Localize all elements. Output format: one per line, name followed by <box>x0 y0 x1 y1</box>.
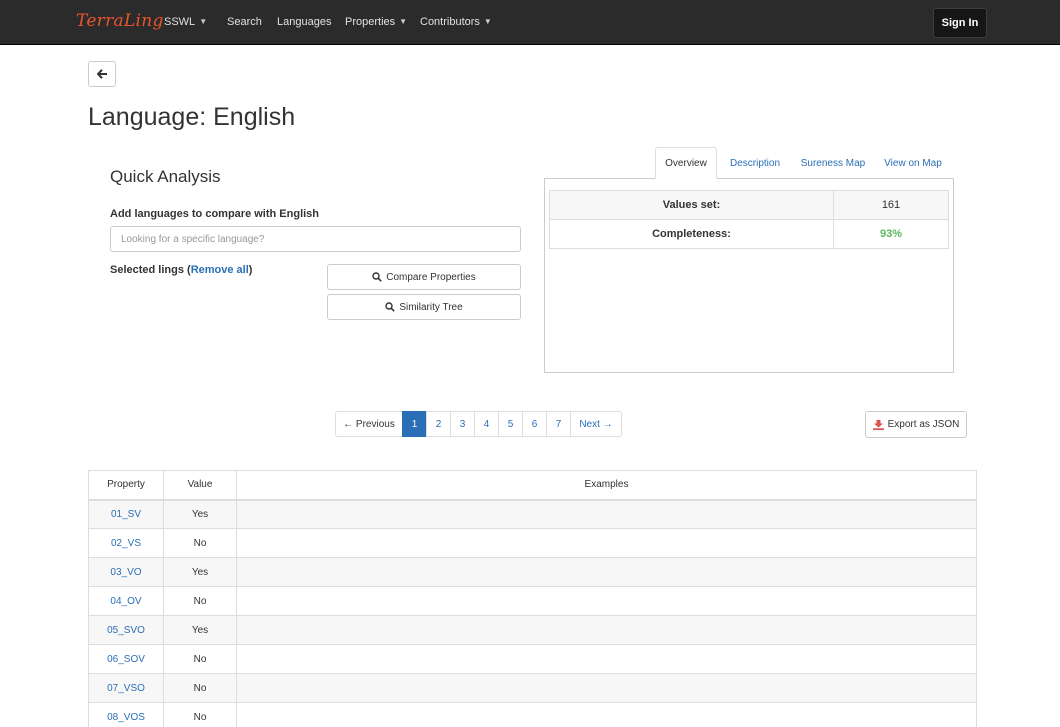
table-row: 03_VO Yes <box>88 557 977 587</box>
tab-view-on-map[interactable]: View on Map <box>879 147 947 179</box>
nav-sswl-dropdown[interactable]: SSWL ▼ <box>164 16 207 28</box>
property-link[interactable]: 05_SVO <box>88 615 164 645</box>
nav-sswl-label: SSWL <box>164 16 196 28</box>
previous-page-button[interactable]: ← Previous <box>335 411 403 437</box>
property-examples <box>236 644 977 674</box>
property-link[interactable]: 02_VS <box>88 528 164 558</box>
overview-summary-table: Values set: 161 Completeness: 93% <box>549 190 949 249</box>
values-set-value: 161 <box>833 190 949 220</box>
export-json-button[interactable]: Export as JSON <box>865 411 967 438</box>
sign-in-button[interactable]: Sign In <box>933 8 987 38</box>
compare-label: Add languages to compare with English <box>110 208 320 220</box>
property-link[interactable]: 07_VSO <box>88 673 164 703</box>
similarity-tree-label: Similarity Tree <box>399 301 463 313</box>
page-6-button[interactable]: 6 <box>522 411 547 437</box>
back-button[interactable] <box>88 61 116 87</box>
brand-logo[interactable]: TerraLing <box>76 11 164 31</box>
property-link[interactable]: 01_SV <box>88 499 164 529</box>
tab-sureness-map[interactable]: Sureness Map <box>797 147 869 179</box>
property-value: No <box>163 644 237 674</box>
examples-column-header: Examples <box>236 470 977 501</box>
values-set-label: Values set: <box>549 190 834 220</box>
page-3-button[interactable]: 3 <box>450 411 475 437</box>
page-1-button[interactable]: 1 <box>402 411 427 437</box>
tab-description[interactable]: Description <box>724 147 786 179</box>
property-value: No <box>163 528 237 558</box>
pagination: ← Previous 1 2 3 4 5 6 7 Next → <box>335 411 622 437</box>
completeness-value: 93% <box>833 219 949 249</box>
caret-down-icon: ▼ <box>399 17 408 26</box>
nav-properties-dropdown[interactable]: Properties ▼ <box>345 16 407 28</box>
tab-overview[interactable]: Overview <box>655 147 717 179</box>
selected-lings-suffix: ) <box>248 264 253 276</box>
value-column-header[interactable]: Value <box>163 470 237 501</box>
page-4-button[interactable]: 4 <box>474 411 499 437</box>
summary-row: Completeness: 93% <box>549 219 949 249</box>
table-row: 02_VS No <box>88 528 977 558</box>
property-examples <box>236 557 977 587</box>
download-icon <box>872 419 884 430</box>
property-value: No <box>163 586 237 616</box>
property-link[interactable]: 04_OV <box>88 586 164 616</box>
nav-contributors-label: Contributors <box>420 16 480 28</box>
table-row: 06_SOV No <box>88 644 977 674</box>
property-value: Yes <box>163 499 237 529</box>
table-row: 04_OV No <box>88 586 977 616</box>
arrow-left-icon <box>96 69 107 79</box>
property-link[interactable]: 08_VOS <box>88 702 164 727</box>
page-2-button[interactable]: 2 <box>426 411 451 437</box>
page-7-button[interactable]: 7 <box>546 411 571 437</box>
compare-properties-button[interactable]: Compare Properties <box>327 264 521 290</box>
caret-down-icon: ▼ <box>199 17 208 26</box>
next-page-button[interactable]: Next → <box>570 411 622 437</box>
language-search-input[interactable] <box>110 226 521 252</box>
nav-contributors-dropdown[interactable]: Contributors ▼ <box>420 16 492 28</box>
table-header-row: Property Value Examples <box>88 470 977 501</box>
page-5-button[interactable]: 5 <box>498 411 523 437</box>
selected-lings-prefix: Selected lings ( <box>110 264 191 276</box>
property-examples <box>236 673 977 703</box>
nav-search[interactable]: Search <box>227 16 262 28</box>
compare-properties-label: Compare Properties <box>386 271 476 283</box>
caret-down-icon: ▼ <box>483 17 492 26</box>
quick-analysis-title: Quick Analysis <box>110 167 221 186</box>
similarity-tree-button[interactable]: Similarity Tree <box>327 294 521 320</box>
remove-all-link[interactable]: Remove all <box>191 264 249 276</box>
table-row: 05_SVO Yes <box>88 615 977 645</box>
nav-languages[interactable]: Languages <box>277 16 331 28</box>
completeness-label: Completeness: <box>549 219 834 249</box>
properties-table: Property Value Examples 01_SV Yes 02_VS … <box>88 470 977 727</box>
property-link[interactable]: 03_VO <box>88 557 164 587</box>
property-examples <box>236 702 977 727</box>
search-icon <box>385 302 396 312</box>
selected-lings: Selected lings (Remove all) <box>110 264 252 276</box>
table-row: 01_SV Yes <box>88 499 977 529</box>
search-icon <box>372 272 383 282</box>
property-examples <box>236 586 977 616</box>
nav-properties-label: Properties <box>345 16 396 28</box>
property-examples <box>236 499 977 529</box>
property-value: Yes <box>163 615 237 645</box>
table-row: 08_VOS No <box>88 702 977 727</box>
page-title: Language: English <box>88 103 296 131</box>
property-column-header[interactable]: Property <box>88 470 164 501</box>
navbar: TerraLing SSWL ▼ Search Languages Propert… <box>0 0 1060 45</box>
export-json-label: Export as JSON <box>887 419 960 430</box>
table-row: 07_VSO No <box>88 673 977 703</box>
property-examples <box>236 615 977 645</box>
property-value: No <box>163 702 237 727</box>
property-value: No <box>163 673 237 703</box>
property-value: Yes <box>163 557 237 587</box>
property-examples <box>236 528 977 558</box>
summary-row: Values set: 161 <box>549 190 949 220</box>
property-link[interactable]: 06_SOV <box>88 644 164 674</box>
